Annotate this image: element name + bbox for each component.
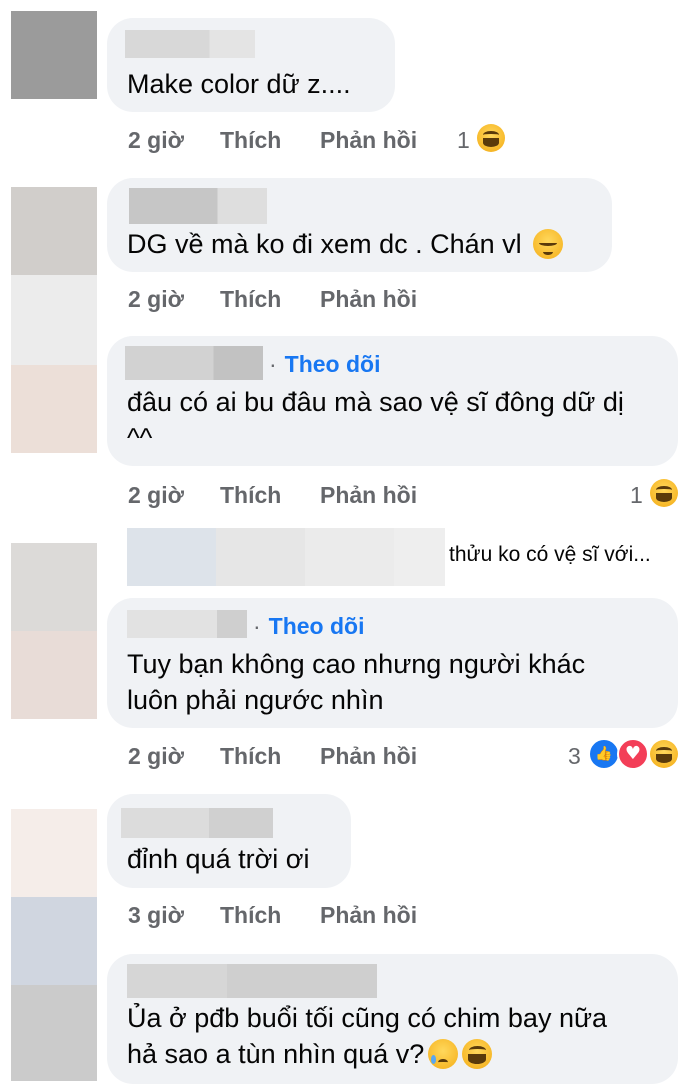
reaction-count[interactable]: 1 [457,127,470,154]
comment-time[interactable]: 2 giờ [128,127,184,154]
avatar[interactable] [11,809,97,897]
avatar[interactable] [11,187,97,275]
comment-text-line1: Ủa ở pđb buổi tối cũng có chim bay nữa [127,1003,608,1033]
relieved-emoji-icon [533,229,564,259]
reaction-count[interactable]: 1 [630,482,643,509]
comment-text-line1: đâu có ai bu đâu mà sao vệ sĩ đông dữ dị [127,387,624,417]
comment-text: Make color dữ z.... [127,69,351,99]
reply-preview-redacted[interactable] [127,528,445,586]
author-name-redacted[interactable] [125,346,263,380]
like-button[interactable]: Thích [220,902,281,929]
laughing-emoji-icon[interactable] [650,479,678,507]
comment-bubble: đỉnh quá trời ơi [107,794,351,888]
reply-button[interactable]: Phản hồi [320,482,417,509]
laughing-emoji-icon [462,1039,493,1069]
reply-preview-text[interactable]: thửu ko có vệ sĩ với... [449,543,651,567]
like-button[interactable]: Thích [220,286,281,313]
comment-bubble: Ủa ở pđb buổi tối cũng có chim bay nữa h… [107,954,678,1084]
comment-bubble: DG về mà ko đi xem dc . Chán vl [107,178,612,272]
crying-emoji-icon [428,1039,459,1069]
reply-button[interactable]: Phản hồi [320,127,417,154]
author-name-redacted[interactable] [127,964,377,998]
like-reaction-icon[interactable] [588,738,620,770]
laughing-emoji-icon[interactable] [650,740,678,768]
comment-time[interactable]: 2 giờ [128,286,184,313]
comment-text-line2: hả sao a tùn nhìn quá v? [127,1036,493,1073]
author-name-redacted[interactable] [125,30,255,58]
reaction-count[interactable]: 3 [568,743,581,770]
comment-text: DG về mà ko đi xem dc . Chán vl [127,226,564,263]
comment-text-line2: luôn phải ngước nhìn [127,685,384,715]
love-reaction-icon[interactable] [617,738,649,770]
author-name-redacted[interactable] [129,188,267,224]
comment-bubble: · Theo dõi Tuy bạn không cao nhưng người … [107,598,678,728]
comment-time[interactable]: 3 giờ [128,902,184,929]
comment-text-line2: ^^ [127,423,153,453]
like-button[interactable]: Thích [220,127,281,154]
comment-text: đỉnh quá trời ơi [127,844,310,874]
follow-label[interactable]: Theo dõi [285,351,381,377]
separator-dot: · [269,351,277,377]
separator-dot: · [253,613,261,639]
comment-bubble: Make color dữ z.... [107,18,395,112]
laughing-emoji-icon[interactable] [477,124,505,152]
reply-button[interactable]: Phản hồi [320,286,417,313]
comment-bubble: · Theo dõi đâu có ai bu đâu mà sao vệ sĩ … [107,336,678,466]
like-button[interactable]: Thích [220,482,281,509]
follow-label[interactable]: Theo dõi [269,613,365,639]
like-button[interactable]: Thích [220,743,281,770]
author-name-redacted[interactable] [121,808,273,838]
reply-button[interactable]: Phản hồi [320,902,417,929]
follow-link[interactable]: · Theo dõi [253,613,365,640]
comment-text-content: hả sao a tùn nhìn quá v? [127,1039,425,1069]
comment-text-line1: Tuy bạn không cao nhưng người khác [127,649,586,679]
comment-time[interactable]: 2 giờ [128,743,184,770]
reply-button[interactable]: Phản hồi [320,743,417,770]
avatar[interactable] [11,543,97,631]
avatar[interactable] [11,985,97,1081]
author-name-redacted[interactable] [127,610,247,638]
avatar[interactable] [11,365,97,453]
comment-text-content: DG về mà ko đi xem dc . Chán vl [127,229,522,259]
avatar-column [11,11,97,1081]
follow-link[interactable]: · Theo dõi [269,351,381,378]
comment-time[interactable]: 2 giờ [128,482,184,509]
avatar[interactable] [11,11,97,99]
